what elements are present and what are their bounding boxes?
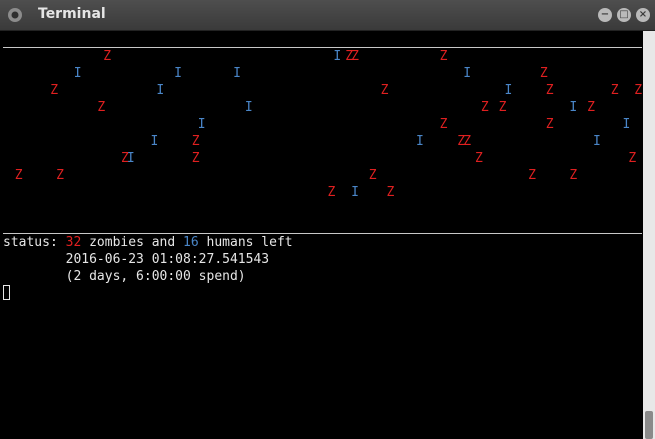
- human-marker: I: [233, 66, 241, 81]
- zombie-marker: Z: [351, 49, 359, 64]
- scrollbar[interactable]: [643, 31, 655, 439]
- window-title: Terminal: [38, 6, 106, 22]
- zombie-marker: Z: [628, 151, 637, 166]
- zombie-marker: Z: [480, 100, 489, 115]
- zombie-marker: Z: [56, 168, 64, 183]
- zombie-marker: Z: [386, 185, 395, 200]
- zombie-marker: Z: [439, 49, 448, 64]
- elapsed-line: (2 days, 6:00:00 spend): [3, 269, 246, 284]
- human-marker: I: [150, 134, 159, 149]
- human-marker: I: [416, 134, 424, 149]
- zombie-marker: Z: [97, 100, 106, 115]
- zombie-marker: Z: [103, 49, 112, 64]
- human-marker: I: [593, 134, 601, 149]
- zombie-marker: Z: [569, 168, 578, 183]
- maximize-icon: □: [619, 9, 629, 20]
- status-prefix: status:: [3, 235, 66, 250]
- scrollbar-thumb[interactable]: [645, 411, 653, 439]
- close-button[interactable]: ×: [636, 8, 650, 22]
- zombie-marker: Z: [191, 151, 200, 166]
- grid-bottom-border: [3, 233, 642, 234]
- zombie-marker: Z: [610, 83, 619, 98]
- minimize-icon: −: [600, 9, 610, 20]
- human-marker: I: [73, 66, 82, 81]
- zombie-marker: Z: [463, 134, 472, 149]
- human-marker: I: [126, 151, 135, 166]
- title-bar: Terminal − □ ×: [0, 0, 655, 31]
- zombie-marker: Z: [327, 185, 336, 200]
- status-suffix: humans left: [198, 235, 293, 250]
- zombie-marker: Z: [545, 117, 554, 132]
- zombie-marker: Z: [439, 117, 448, 132]
- zombie-count: 32: [65, 235, 82, 250]
- human-marker: I: [351, 185, 359, 200]
- text-cursor: [3, 285, 10, 300]
- zombie-marker: Z: [50, 83, 59, 98]
- timestamp-line: 2016-06-23 01:08:27.541543: [3, 252, 270, 267]
- human-marker: I: [244, 100, 253, 115]
- terminal-app-icon[interactable]: [6, 6, 24, 24]
- zombie-marker: Z: [368, 168, 377, 183]
- human-marker: I: [156, 83, 165, 98]
- human-marker: I: [174, 66, 182, 81]
- zombie-marker: Z: [528, 168, 536, 183]
- minimize-button[interactable]: −: [598, 8, 612, 22]
- zombie-marker: Z: [587, 100, 595, 115]
- human-marker: I: [622, 117, 631, 132]
- zombie-marker: Z: [380, 83, 389, 98]
- close-icon: ×: [638, 9, 648, 20]
- human-count: 16: [183, 235, 199, 250]
- zombie-marker: Z: [191, 134, 200, 149]
- zombie-marker: Z: [634, 83, 643, 98]
- human-marker: I: [569, 100, 578, 115]
- zombie-marker: Z: [14, 168, 23, 183]
- status-mid-text: zombies and: [81, 235, 184, 250]
- human-marker: I: [504, 83, 513, 98]
- terminal-area[interactable]: ZIZZZIIIIZZIZIZZZZIZZIZIZZIIZIZZIZIZZZZZ…: [0, 31, 643, 439]
- zombie-marker: Z: [475, 151, 483, 166]
- human-marker: I: [333, 49, 342, 64]
- maximize-button[interactable]: □: [617, 8, 631, 22]
- human-marker: I: [197, 117, 206, 132]
- grid-top-border: [3, 47, 642, 48]
- zombie-marker: Z: [539, 66, 548, 81]
- zombie-marker: Z: [498, 100, 507, 115]
- human-marker: I: [463, 66, 472, 81]
- zombie-marker: Z: [545, 83, 554, 98]
- status-line: status: 32 zombies and 16 humans left: [3, 235, 293, 250]
